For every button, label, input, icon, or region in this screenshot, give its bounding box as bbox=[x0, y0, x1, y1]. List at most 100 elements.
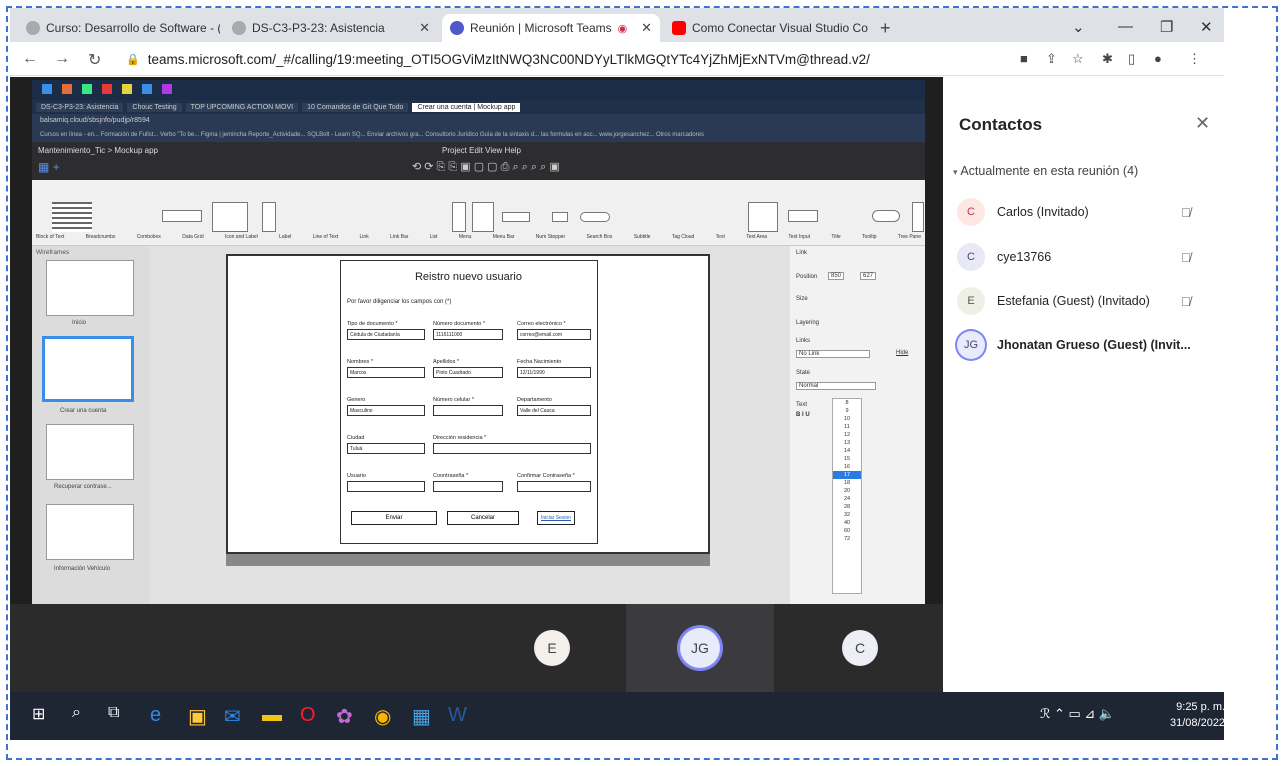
opera-icon[interactable]: O bbox=[300, 704, 316, 727]
close-tab-icon[interactable]: ✕ bbox=[641, 20, 652, 36]
participant-tile-jg[interactable]: JG bbox=[626, 604, 774, 692]
participant-tile-e[interactable]: E bbox=[478, 604, 626, 692]
inner-taskbar bbox=[32, 80, 925, 100]
cancelar-button[interactable]: Cancelar bbox=[447, 511, 519, 525]
balsamiq-header: Mantenimiento_Tic > Mockup app Project E… bbox=[32, 142, 925, 180]
tab-curso[interactable]: Curso: Desarrollo de Software - ( ✕ bbox=[18, 14, 220, 42]
sidepanel-icon[interactable]: ▯ bbox=[1128, 51, 1135, 67]
thumb-inicio[interactable] bbox=[46, 260, 134, 316]
store-icon[interactable]: ▣ bbox=[188, 704, 207, 729]
url-field[interactable]: 🔒 teams.microsoft.com/_#/calling/19:meet… bbox=[126, 47, 916, 71]
chevron-down-icon: ▾ bbox=[953, 167, 958, 177]
minimize-button[interactable]: — bbox=[1118, 18, 1133, 35]
position-x-input[interactable]: 850 bbox=[828, 272, 845, 280]
tab-youtube[interactable]: Como Conectar Visual Studio Co ✕ bbox=[664, 14, 872, 42]
restore-button[interactable]: ❐ bbox=[1160, 18, 1173, 36]
inner-taskbar-icons bbox=[42, 84, 172, 94]
state-select[interactable]: Normal bbox=[796, 382, 876, 390]
new-tab-button[interactable]: + bbox=[880, 18, 891, 39]
participant-cye13766[interactable]: C cye13766 🎙̸ bbox=[957, 239, 1217, 275]
confirmar-input[interactable] bbox=[517, 481, 591, 492]
menu-icon[interactable]: ⋮ bbox=[1188, 51, 1201, 67]
celular-input[interactable] bbox=[433, 405, 503, 416]
participant-estefania[interactable]: E Estefania (Guest) (Invitado) 🎙̸ bbox=[957, 283, 1217, 319]
file-explorer-icon[interactable]: ▬ bbox=[262, 704, 282, 727]
departamento-select[interactable]: Valle del Cauca bbox=[517, 405, 591, 416]
participant-tile-c[interactable]: C bbox=[774, 604, 943, 692]
tipo-documento-select[interactable]: Cédula de Ciudadanía bbox=[347, 329, 425, 340]
participant-name: Jhonatan Grueso (Guest) (Invit... bbox=[997, 338, 1191, 352]
close-tab-icon[interactable]: ✕ bbox=[419, 20, 430, 36]
contacts-panel: Contactos ✕ ▾ Actualmente en esta reunió… bbox=[943, 77, 1224, 692]
hide-link[interactable]: Hide bbox=[896, 350, 908, 356]
numero-documento-input[interactable]: 1116111000 bbox=[433, 329, 503, 340]
tab-teams[interactable]: Reunión | Microsoft Teams ◉ ✕ bbox=[442, 14, 660, 42]
iniciar-sesion-link[interactable]: Iniciar Sesion bbox=[537, 511, 575, 525]
thumb-recuperar[interactable] bbox=[46, 424, 134, 480]
participant-jhonatan[interactable]: JG Jhonatan Grueso (Guest) (Invit... bbox=[957, 327, 1217, 363]
participant-name: Carlos (Invitado) bbox=[997, 205, 1089, 219]
meeting-group-header[interactable]: ▾ Actualmente en esta reunión (4) bbox=[953, 164, 1138, 178]
tab-search-icon[interactable]: ⌄ bbox=[1072, 18, 1085, 36]
contrasena-input[interactable] bbox=[433, 481, 503, 492]
taskbar-clock[interactable]: 9:25 p. m. 31/08/2022 bbox=[1170, 699, 1225, 731]
mail-icon[interactable]: ✉ bbox=[224, 704, 241, 729]
grid-icon: ▦ + bbox=[38, 160, 60, 174]
back-icon[interactable]: ← bbox=[22, 50, 38, 68]
enviar-button[interactable]: Enviar bbox=[351, 511, 437, 525]
font-size-dropdown[interactable]: 8 9 10 11 12 13 14 15 16 17 18 20 24 28 … bbox=[832, 398, 862, 594]
edge-icon[interactable]: e bbox=[150, 704, 161, 727]
thumb-crear-cuenta[interactable] bbox=[42, 336, 134, 402]
usuario-input[interactable] bbox=[347, 481, 425, 492]
recording-icon: ◉ bbox=[617, 22, 628, 35]
system-tray[interactable]: ℛ ⌃ ▭ ⊿ 🔈 bbox=[1040, 706, 1115, 722]
thumb-informacion[interactable] bbox=[46, 504, 134, 560]
apellidos-input[interactable]: Pinto Cuadrado bbox=[433, 367, 503, 378]
task-view-icon[interactable]: ⧉ bbox=[108, 704, 119, 722]
correo-input[interactable]: correo@email.com bbox=[517, 329, 591, 340]
photos-icon[interactable]: ▦ bbox=[412, 704, 431, 729]
inner-browser-tabs: DS-C3-P3-23: Asistencia Chouc Testing TO… bbox=[32, 100, 925, 114]
forward-icon[interactable]: → bbox=[54, 50, 70, 68]
fecha-input[interactable]: 12/11/1990 bbox=[517, 367, 591, 378]
paint-icon[interactable]: ✿ bbox=[336, 704, 353, 729]
windows-taskbar: ⊞ ⌕ ⧉ e ▣ ✉ ▬ O ✿ ◉ ▦ W ℛ ⌃ ▭ ⊿ 🔈 9:25 p… bbox=[10, 692, 1225, 740]
mockup-footer bbox=[226, 554, 710, 566]
inner-bookmarks: Cursos en línea - en... Formación de Ful… bbox=[32, 128, 925, 142]
close-icon[interactable]: ✕ bbox=[1195, 113, 1210, 134]
direccion-input[interactable] bbox=[433, 443, 591, 454]
youtube-icon bbox=[672, 21, 686, 35]
address-bar: ← → ↻ 🔒 teams.microsoft.com/_#/calling/1… bbox=[10, 42, 1224, 76]
avatar: JG bbox=[957, 331, 985, 359]
position-y-input[interactable]: 627 bbox=[860, 272, 877, 280]
reload-icon[interactable]: ↻ bbox=[88, 50, 101, 70]
chrome-icon[interactable]: ◉ bbox=[374, 704, 391, 729]
avatar: E bbox=[957, 287, 985, 315]
participant-strip: E JG C bbox=[10, 604, 943, 692]
camera-icon[interactable]: ■ bbox=[1020, 51, 1028, 66]
text-style-buttons[interactable]: B I U bbox=[796, 412, 810, 418]
windows-start-icon[interactable]: ⊞ bbox=[32, 704, 45, 724]
word-icon[interactable]: W bbox=[448, 704, 467, 727]
share-icon[interactable]: ⇪ bbox=[1046, 51, 1057, 67]
profile-icon[interactable]: ● bbox=[1154, 51, 1162, 66]
form-subtitle: Por favor diligenciar los campos con (*) bbox=[347, 299, 452, 305]
nombres-input[interactable]: Marcos bbox=[347, 367, 425, 378]
ciudad-select[interactable]: Tuluá bbox=[347, 443, 425, 454]
search-icon[interactable]: ⌕ bbox=[72, 704, 81, 722]
extensions-icon[interactable]: ✱ bbox=[1102, 51, 1113, 67]
bookmark-star-icon[interactable]: ☆ bbox=[1072, 51, 1084, 67]
genero-select[interactable]: Masculino bbox=[347, 405, 425, 416]
ui-library-bar: Block of Text Breadcrumbs Combobox Data … bbox=[32, 180, 925, 246]
shared-screen: DS-C3-P3-23: Asistencia Chouc Testing TO… bbox=[32, 80, 925, 604]
library-labels: Block of Text Breadcrumbs Combobox Data … bbox=[36, 234, 921, 240]
browser-tab-bar: Curso: Desarrollo de Software - ( ✕ DS-C… bbox=[10, 8, 1224, 42]
participant-carlos[interactable]: C Carlos (Invitado) 🎙̸ bbox=[957, 194, 1217, 230]
wireframes-panel: Wireframes Inicio Crear una cuenta Recup… bbox=[32, 246, 150, 604]
link-select[interactable]: No Link bbox=[796, 350, 870, 358]
tab-asistencia[interactable]: DS-C3-P3-23: Asistencia ✕ bbox=[224, 14, 438, 42]
mockup-frame: Reistro nuevo usuario Por favor diligenc… bbox=[226, 254, 710, 554]
mic-off-icon: 🎙̸ bbox=[1181, 293, 1191, 309]
close-window-button[interactable]: ✕ bbox=[1200, 18, 1213, 36]
avatar: C bbox=[842, 630, 878, 666]
